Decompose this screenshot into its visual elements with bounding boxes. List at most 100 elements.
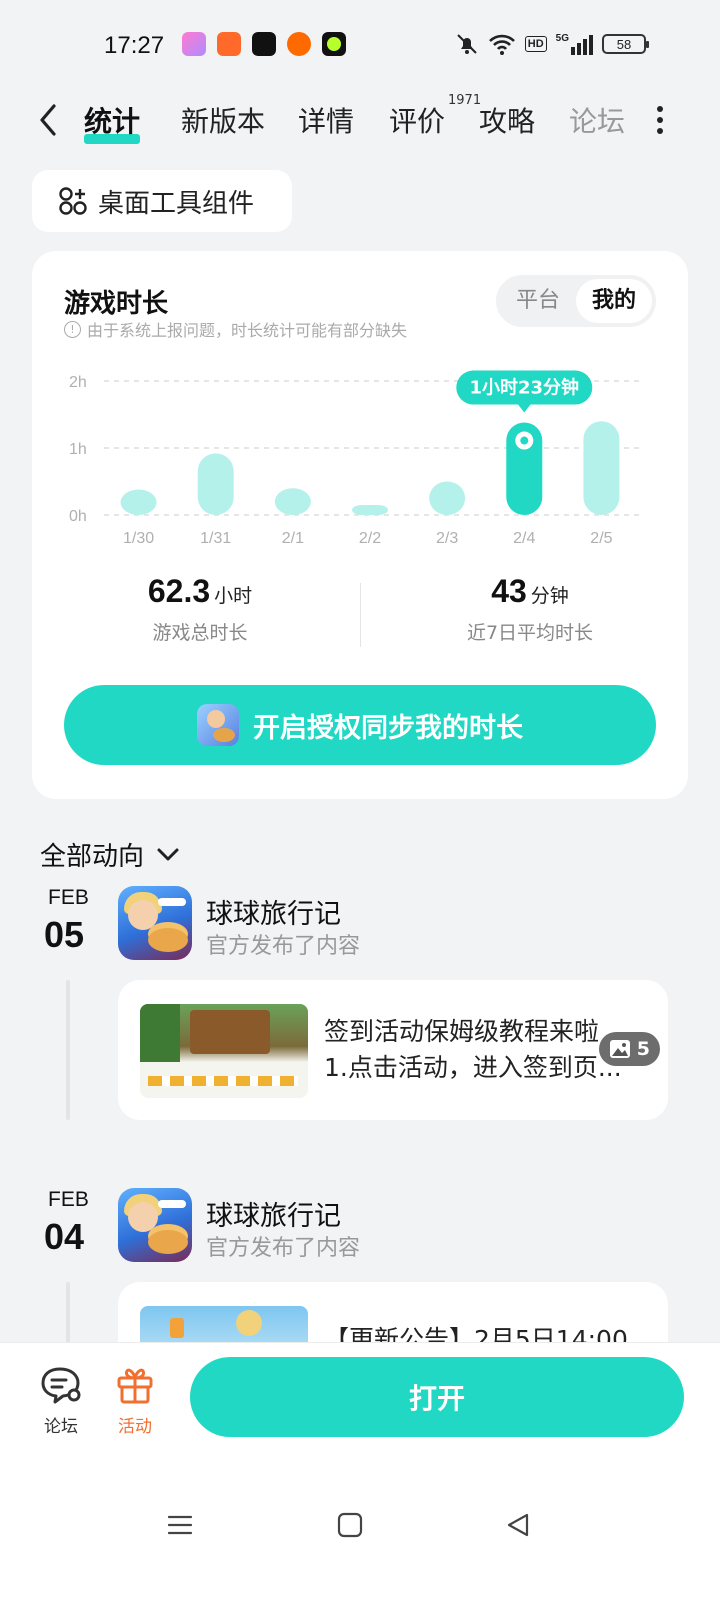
- tab-new-version[interactable]: 新版本: [181, 100, 265, 140]
- x-tick-label: 2/5: [590, 530, 612, 547]
- bar: [583, 421, 620, 515]
- feed-filter-label: 全部动向: [40, 842, 145, 872]
- back-triangle-icon[interactable]: [504, 1511, 532, 1539]
- play-time-chart: 0h 1h 2h 1/30 1/31 2/1 2/2 2/3 2/4 1小时23分钟 2/5: [69, 370, 644, 547]
- total-time-value: 62.3: [147, 573, 211, 609]
- link-app-icon: [217, 32, 241, 56]
- gift-icon: [117, 1368, 153, 1404]
- summary-divider: [360, 583, 361, 647]
- timeline-line: [66, 980, 70, 1120]
- bottom-action-bar: 论坛 活动 打开: [0, 1342, 720, 1600]
- feed-action-text: 官方发布了内容: [206, 1236, 361, 1261]
- stats-note-text: 由于系统上报问题，时长统计可能有部分缺失: [87, 321, 408, 340]
- highlight-marker-dot: [520, 436, 529, 445]
- total-time-stat: 62.3 小时 游戏总时长: [40, 573, 360, 645]
- open-game-button[interactable]: 打开: [190, 1357, 684, 1437]
- x-tick-label: 2/2: [359, 530, 381, 547]
- capcut-icon: [252, 32, 276, 56]
- more-options-icon[interactable]: [654, 106, 666, 136]
- tab-details[interactable]: 详情: [298, 100, 354, 140]
- battery-indicator: 58: [602, 34, 649, 54]
- notification-icons: [182, 32, 346, 56]
- post-card[interactable]: 【更新公告】2月5日14:00: [118, 1282, 668, 1348]
- feed-date-month: FEB: [48, 886, 89, 909]
- y-tick-label: 0h: [69, 508, 87, 525]
- x-tick-label: 2/4: [513, 530, 535, 547]
- timeline-line: [66, 1282, 70, 1348]
- tab-guides[interactable]: 攻略: [479, 100, 535, 140]
- feed-item: FEB 05 球球旅行记 官方发布了内容 5 签到活动保姆级教程来啦 1.点击活…: [0, 886, 720, 1126]
- game-app-icon[interactable]: [118, 1188, 192, 1262]
- pumpkin-game-icon: [287, 32, 311, 56]
- x-tick-label: 2/3: [436, 530, 458, 547]
- bar: [197, 453, 234, 515]
- bar: [429, 481, 466, 515]
- home-icon[interactable]: [336, 1511, 364, 1539]
- tooltip-pointer: [517, 403, 532, 413]
- wifi-icon: [488, 34, 515, 55]
- segment-platform[interactable]: 平台: [500, 279, 576, 323]
- post-text: 签到活动保姆级教程来啦 1.点击活动，进入签到页...: [324, 1014, 654, 1086]
- camera-app-icon: [182, 32, 206, 56]
- sync-playtime-button[interactable]: 开启授权同步我的时长: [64, 685, 656, 765]
- y-tick-label: 2h: [69, 374, 87, 391]
- nav-activity-label: 活动: [118, 1417, 152, 1437]
- tab-stats[interactable]: 统计: [84, 100, 141, 144]
- post-card[interactable]: 5 签到活动保姆级教程来啦 1.点击活动，进入签到页...: [118, 980, 668, 1120]
- feed-date-day: 04: [44, 1216, 85, 1257]
- bar: [352, 504, 388, 515]
- reviews-count-badge: 1971: [448, 93, 482, 108]
- x-tick-label: 1/30: [123, 530, 154, 547]
- average-time-stat: 43 分钟 近7日平均时长: [370, 573, 690, 645]
- play-time-card: 游戏时长 ! 由于系统上报问题，时长统计可能有部分缺失 平台 我的 0h 1h 2h…: [32, 251, 688, 799]
- x-tick-label: 1/31: [200, 530, 231, 547]
- stats-note: ! 由于系统上报问题，时长统计可能有部分缺失: [64, 317, 407, 341]
- widget-grid-icon: [59, 187, 87, 215]
- recent-apps-icon[interactable]: [166, 1511, 194, 1539]
- tab-bar: 统计 新版本 详情 评价 1971 攻略 论坛: [0, 93, 720, 152]
- post-thumbnail: [140, 1004, 308, 1098]
- feed-date-day: 05: [44, 914, 85, 955]
- status-time: 17:27: [104, 32, 165, 59]
- nav-forum-label: 论坛: [44, 1417, 78, 1437]
- desktop-widget-button[interactable]: 桌面工具组件: [32, 170, 292, 232]
- source-segmented-control: 平台 我的: [496, 275, 656, 327]
- average-time-label: 近7日平均时长: [466, 622, 594, 644]
- x-tick-label: 2/1: [282, 530, 304, 547]
- post-title: 签到活动保姆级教程来啦: [324, 1017, 600, 1046]
- status-right: HD 5G 58: [455, 32, 649, 56]
- highlight-tooltip-label: 1小时23分钟: [469, 377, 579, 399]
- game-app-icon[interactable]: [118, 886, 192, 960]
- feed-filter-dropdown[interactable]: 全部动向: [40, 836, 180, 873]
- forum-chat-icon: [41, 1367, 81, 1404]
- average-time-unit: 分钟: [530, 585, 569, 607]
- game-avatar-icon: [197, 704, 239, 746]
- feed-app-name[interactable]: 球球旅行记: [206, 1194, 341, 1233]
- y-tick-label: 1h: [69, 441, 87, 458]
- bar: [274, 488, 311, 515]
- tab-forum[interactable]: 论坛: [569, 100, 625, 140]
- signal-icon: 5G: [556, 33, 593, 55]
- feed-date-month: FEB: [48, 1188, 89, 1211]
- summary-row: 62.3 小时 游戏总时长 43 分钟 近7日平均时长: [32, 573, 688, 649]
- hd-badge: HD: [524, 36, 547, 52]
- info-icon: !: [64, 320, 81, 338]
- feed-item: FEB 04 球球旅行记 官方发布了内容 【更新公告】2月5日14:00: [0, 1188, 720, 1348]
- sync-button-label: 开启授权同步我的时长: [253, 712, 523, 744]
- status-bar: 17:27 HD 5G 58: [0, 0, 720, 92]
- mute-bell-icon: [457, 34, 477, 54]
- tab-reviews[interactable]: 评价: [389, 100, 445, 140]
- nav-activity[interactable]: 活动: [100, 1365, 170, 1437]
- card-title: 游戏时长: [64, 289, 169, 319]
- total-time-label: 游戏总时长: [152, 622, 248, 644]
- post-excerpt: 1.点击活动，进入签到页...: [324, 1053, 622, 1082]
- total-time-unit: 小时: [214, 585, 253, 607]
- bar: [120, 489, 157, 515]
- segment-mine[interactable]: 我的: [576, 279, 652, 323]
- widget-chip-label: 桌面工具组件: [98, 188, 255, 219]
- back-arrow-icon[interactable]: [34, 100, 64, 140]
- average-time-value: 43: [491, 573, 527, 609]
- feed-app-name[interactable]: 球球旅行记: [206, 892, 341, 931]
- nav-forum[interactable]: 论坛: [26, 1365, 96, 1437]
- green-dot-app-icon: [322, 32, 346, 56]
